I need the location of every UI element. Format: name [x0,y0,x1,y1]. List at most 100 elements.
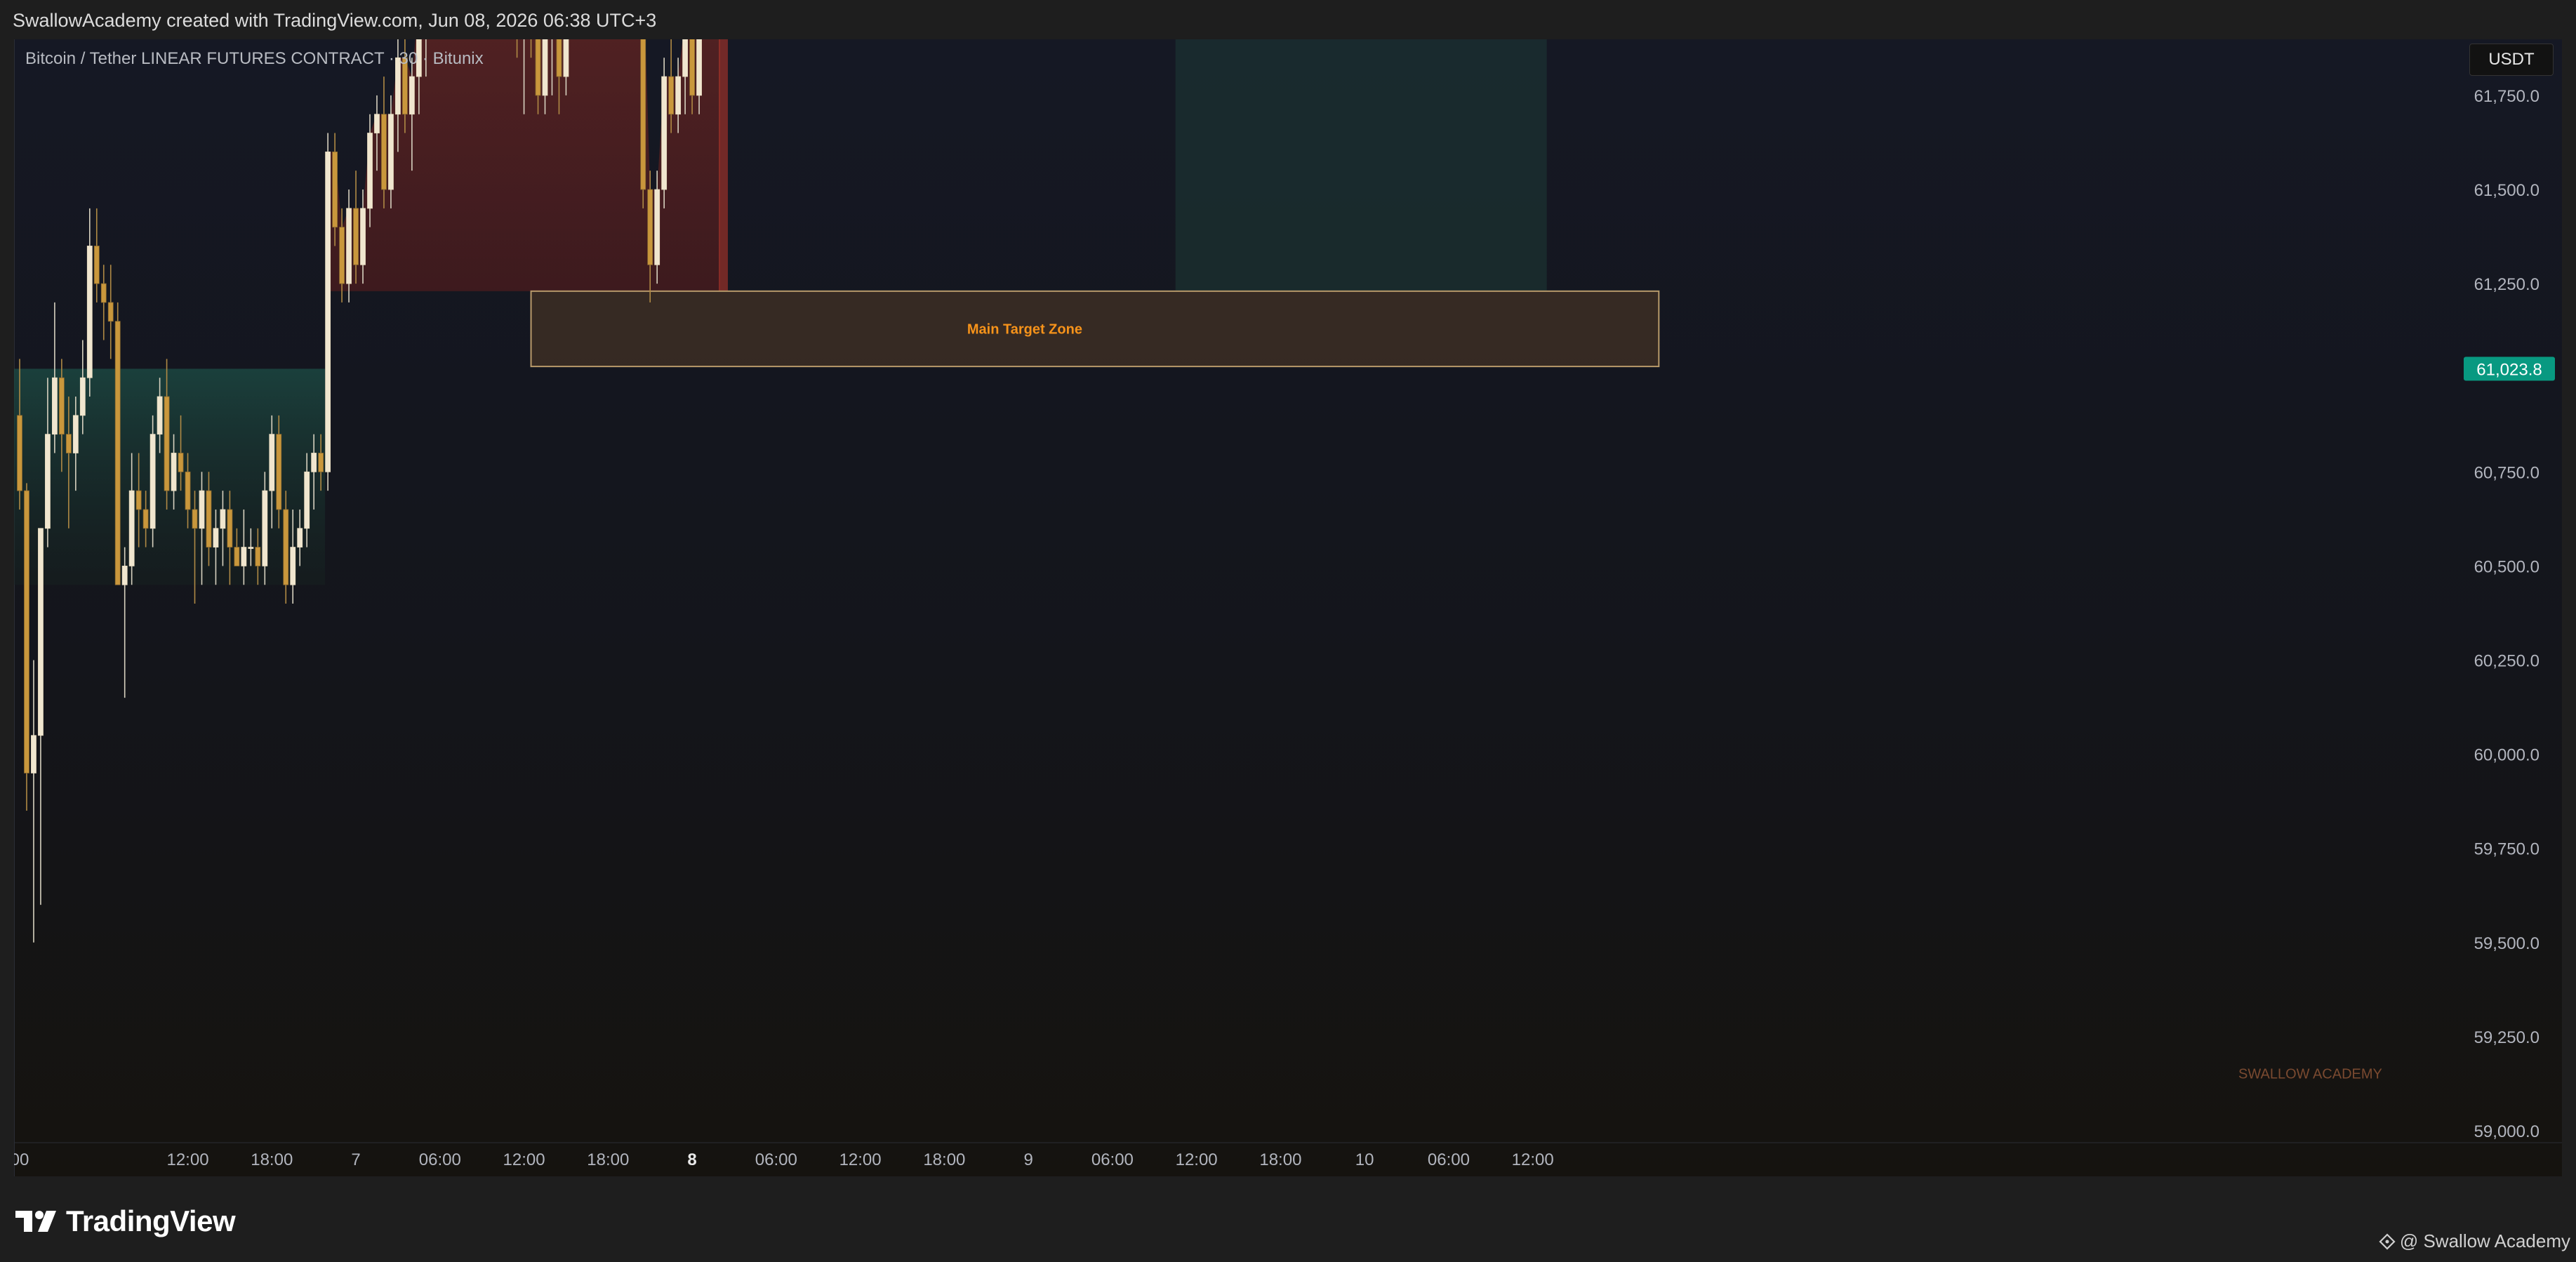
candle-body [164,396,170,491]
candle-body [185,471,191,510]
price-label: 61,023.8 [2464,357,2555,381]
candle-body [192,509,198,529]
y-tick-label: 59,000.0 [2474,1122,2540,1141]
x-tick-label: 10 [1355,1150,1374,1169]
candle-body [297,528,303,547]
gap-strip [719,39,728,291]
y-tick-label: 61,250.0 [2474,275,2540,294]
price-label-text: 61,023.8 [2476,360,2542,379]
candle-body [178,453,184,472]
candle-body [220,509,226,529]
candle-body [290,547,296,585]
candle-body [563,39,569,77]
candle-body [17,415,22,491]
candle-body [654,189,660,265]
x-tick-label: 06:00 [755,1150,797,1169]
candle-body [367,133,373,209]
candle-body [24,490,29,773]
candle-body [346,208,352,284]
footer: TradingView @ Swallow Academy [0,1176,2576,1262]
symbol-title: Bitcoin / Tether LINEAR FUTURES CONTRACT… [25,49,484,68]
candle-body [234,547,240,566]
candle-body [135,490,142,510]
candle-body [374,114,380,133]
y-tick-label: 59,500.0 [2474,934,2540,953]
candle-body [409,76,415,115]
x-tick-label: 12:00 [503,1150,545,1169]
candle-body [325,151,331,472]
candle-body [52,377,58,435]
candle-body [157,396,163,435]
x-tick-label: 06:00 [1091,1150,1134,1169]
candle-body [213,528,219,547]
author-credit-text: @ Swallow Academy [2399,1230,2570,1251]
candle-body [276,434,282,510]
candle-body [227,509,233,547]
candle [640,39,646,208]
main-target-zone-label: Main Target Zone [967,321,1082,337]
candle-body [199,490,205,529]
tradingview-logo[interactable]: TradingView [15,1204,236,1238]
candle-body [72,415,79,453]
candle-body [150,434,156,529]
projection-lower [1175,39,1547,291]
candle-body [675,76,682,115]
x-tick-label: 06:00 [1428,1150,1470,1169]
candle-body [269,434,275,491]
candle-body [38,528,44,736]
candle-body [86,246,93,378]
candle-body [388,114,394,190]
chart-panel[interactable]: Main Target Zonewait for breakHUGE WEEKE… [14,39,2562,1176]
tradingview-logo-text: TradingView [66,1204,236,1237]
x-tick-label: 18:00 [923,1150,965,1169]
y-tick-label: 60,250.0 [2474,652,2540,671]
candle-body [661,76,668,190]
candle-body [171,453,177,491]
y-tick-label: 59,750.0 [2474,840,2540,859]
header-bar: SwallowAcademy created with TradingView.… [0,0,2576,39]
candle-body [65,434,72,453]
y-tick-label: 61,750.0 [2474,87,2540,106]
candle-body [381,114,387,190]
x-tick-label: 9 [1023,1150,1033,1169]
main-target-zone [530,290,1660,368]
diamond-icon [2379,1233,2396,1250]
candle-body [360,208,366,265]
y-tick-label: 61,500.0 [2474,181,2540,200]
x-tick-label: 8 [687,1150,696,1169]
candle-body [668,76,675,115]
candle-body [100,283,107,303]
currency-selector[interactable]: USDT [2469,44,2554,76]
header-text: SwallowAcademy created with TradingView.… [13,10,657,31]
x-tick-label: 12:00 [1176,1150,1218,1169]
candle-body [647,189,653,265]
price-chart[interactable]: Main Target Zonewait for breakHUGE WEEKE… [14,39,2562,1176]
candle [150,415,156,547]
candle-body [79,377,86,416]
candle-body [353,208,359,265]
x-tick-label: 00 [14,1150,29,1169]
candle-body [31,735,36,773]
candle-body [93,246,100,284]
candle [24,483,29,811]
candle-body [114,321,121,585]
candle-body [542,39,548,96]
watermark-swallow-academy: SWALLOW ACADEMY [2238,1067,2382,1082]
candle-body [283,509,289,585]
candle-body [128,490,135,566]
candle-body [682,39,688,77]
candle-body [248,547,254,549]
y-tick-label: 60,750.0 [2474,463,2540,482]
candle-body [318,453,324,472]
candle-body [255,547,261,566]
candle-body [241,547,247,566]
candle-body [535,39,541,96]
candle-body [142,509,149,529]
candle-body [332,151,338,228]
candle-body [339,227,345,284]
candle-body [107,302,114,322]
x-tick-label: 7 [351,1150,360,1169]
candle-body [689,39,695,96]
candle-body [640,39,646,190]
y-tick-label: 60,500.0 [2474,557,2540,576]
